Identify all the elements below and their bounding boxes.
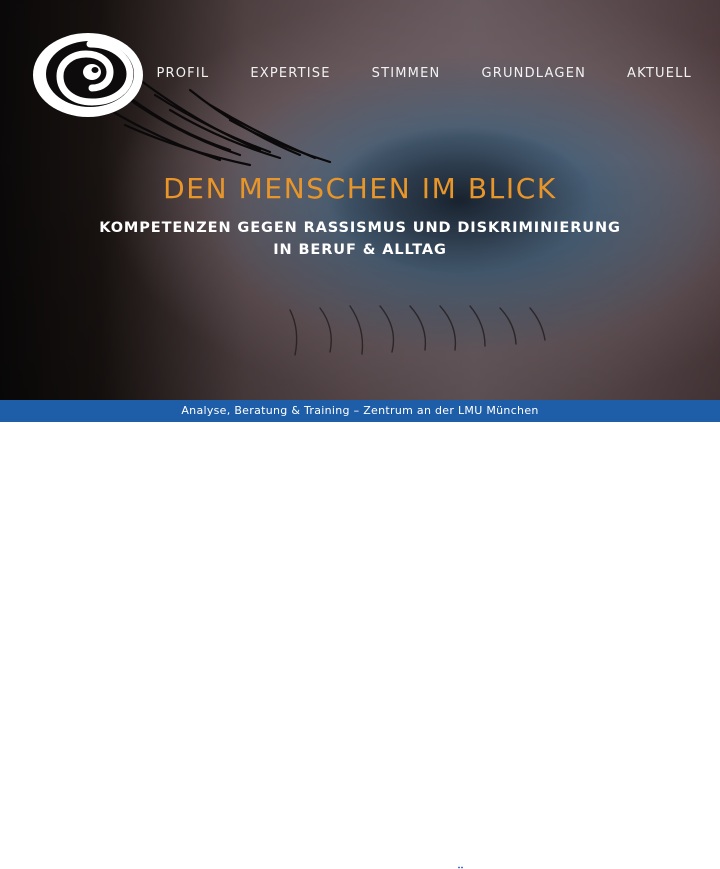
nav-item-stimmen[interactable]: STIMMEN [372,66,441,81]
hero-subline-line-1: KOMPETENZEN GEGEN RASSISMUS UND DISKRIMI… [99,220,621,236]
nav-item-grundlagen[interactable]: GRUNDLAGEN [481,66,586,81]
hero-banner: PROFIL EXPERTISE STIMMEN GRUNDLAGEN AKTU… [0,0,720,400]
main-navigation: PROFIL EXPERTISE STIMMEN GRUNDLAGEN AKTU… [115,66,692,81]
hero-headline: DEN MENSCHEN IM BLICK [163,172,557,205]
hero-subline-line-2: IN BERUF & ALLTAG [273,242,447,258]
nav-item-profil[interactable]: PROFIL [156,66,209,81]
lower-eyelashes-decoration [289,305,546,356]
content-area [0,422,720,869]
nav-item-aktuell[interactable]: AKTUELL [627,66,692,81]
hero-subline: KOMPETENZEN GEGEN RASSISMUS UND DISKRIMI… [0,217,720,261]
nav-item-expertise[interactable]: EXPERTISE [250,66,330,81]
tagline-bar: Analyse, Beratung & Training – Zentrum a… [0,400,720,422]
